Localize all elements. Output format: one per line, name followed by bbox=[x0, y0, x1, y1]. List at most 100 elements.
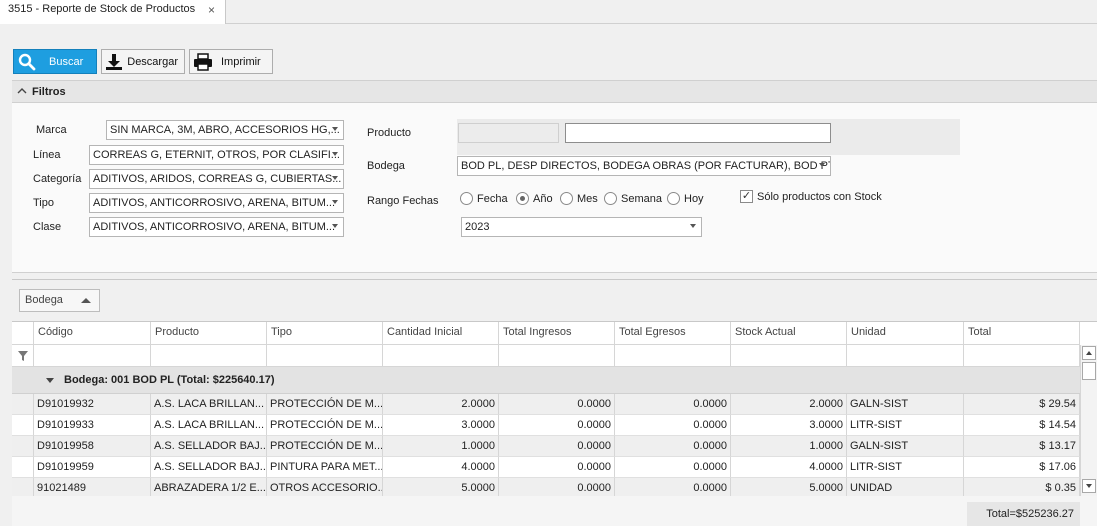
radio-mes[interactable]: Mes bbox=[560, 192, 598, 205]
cell-total-ingresos[interactable]: 0.0000 bbox=[499, 436, 615, 457]
col-stock-actual[interactable]: Stock Actual bbox=[731, 322, 847, 345]
filters-header[interactable]: Filtros bbox=[12, 80, 1097, 103]
stock-only-label: Sólo productos con Stock bbox=[757, 190, 882, 203]
cell-codigo[interactable]: D91019933 bbox=[34, 415, 151, 436]
cell-tipo[interactable]: PINTURA PARA MET... bbox=[267, 457, 383, 478]
product-code-input[interactable] bbox=[458, 123, 559, 143]
group-row[interactable]: Bodega: 001 BOD PL (Total: $225640.17) bbox=[12, 367, 1080, 394]
clase-label: Clase bbox=[33, 221, 62, 233]
search-button[interactable]: Buscar bbox=[13, 49, 97, 74]
cell-total[interactable]: $ 13.17 bbox=[964, 436, 1080, 457]
col-total[interactable]: Total bbox=[964, 322, 1080, 345]
chevron-up-icon[interactable] bbox=[12, 86, 32, 97]
cell-total-ingresos[interactable]: 0.0000 bbox=[499, 457, 615, 478]
row-indicator-header bbox=[12, 322, 34, 345]
close-icon[interactable]: × bbox=[208, 3, 215, 17]
check-icon: ✓ bbox=[740, 190, 753, 203]
cell-codigo[interactable]: D91019958 bbox=[34, 436, 151, 457]
stock-only-checkbox[interactable]: ✓ Sólo productos con Stock bbox=[740, 190, 882, 203]
cell-unidad[interactable]: LITR-SIST bbox=[847, 457, 964, 478]
col-total-ingresos[interactable]: Total Ingresos bbox=[499, 322, 615, 345]
filter-cantidad-inicial[interactable] bbox=[383, 345, 499, 367]
col-unidad[interactable]: Unidad bbox=[847, 322, 964, 345]
group-chip-bodega[interactable]: Bodega bbox=[19, 289, 100, 312]
vertical-scrollbar[interactable] bbox=[1080, 345, 1097, 497]
cell-codigo[interactable]: D91019932 bbox=[34, 394, 151, 415]
categoria-label: Categoría bbox=[33, 173, 82, 185]
cell-cantidad-inicial[interactable]: 1.0000 bbox=[383, 436, 499, 457]
cell-producto[interactable]: A.S. SELLADOR BAJ... bbox=[151, 436, 267, 457]
filter-unidad[interactable] bbox=[847, 345, 964, 367]
radio-hoy[interactable]: Hoy bbox=[667, 192, 704, 205]
cell-cantidad-inicial[interactable]: 2.0000 bbox=[383, 394, 499, 415]
scroll-down-icon[interactable] bbox=[1082, 479, 1096, 493]
col-cantidad-inicial[interactable]: Cantidad Inicial bbox=[383, 322, 499, 345]
filter-codigo[interactable] bbox=[34, 345, 151, 367]
cell-producto[interactable]: A.S. LACA BRILLAN... bbox=[151, 394, 267, 415]
radio-dot bbox=[604, 192, 617, 205]
collapse-icon[interactable] bbox=[46, 378, 54, 383]
cell-total-egresos[interactable]: 0.0000 bbox=[615, 457, 731, 478]
cell-stock-actual[interactable]: 3.0000 bbox=[731, 415, 847, 436]
product-name-input[interactable] bbox=[565, 123, 831, 143]
tipo-combo[interactable]: ADITIVOS, ANTICORROSIVO, ARENA, BITUM... bbox=[89, 193, 344, 213]
col-codigo[interactable]: Código bbox=[34, 322, 151, 345]
cell-producto[interactable]: A.S. SELLADOR BAJ... bbox=[151, 457, 267, 478]
chevron-down-icon bbox=[332, 152, 338, 156]
cell-total[interactable]: $ 14.54 bbox=[964, 415, 1080, 436]
cell-cantidad-inicial[interactable]: 3.0000 bbox=[383, 415, 499, 436]
filter-total-egresos[interactable] bbox=[615, 345, 731, 367]
cell-stock-actual[interactable]: 4.0000 bbox=[731, 457, 847, 478]
radio-ano[interactable]: Año bbox=[516, 192, 553, 205]
tab-stock-report[interactable]: 3515 - Reporte de Stock de Productos × bbox=[0, 0, 226, 24]
cell-total-egresos[interactable]: 0.0000 bbox=[615, 415, 731, 436]
cell-codigo[interactable]: D91019959 bbox=[34, 457, 151, 478]
filter-stock-actual[interactable] bbox=[731, 345, 847, 367]
chevron-down-icon bbox=[332, 200, 338, 204]
clase-combo[interactable]: ADITIVOS, ANTICORROSIVO, ARENA, BITUM... bbox=[89, 217, 344, 237]
cell-producto[interactable]: A.S. LACA BRILLAN... bbox=[151, 415, 267, 436]
filter-total-ingresos[interactable] bbox=[499, 345, 615, 367]
grand-total: Total=$525236.27 bbox=[967, 502, 1080, 526]
cell-cantidad-inicial[interactable]: 4.0000 bbox=[383, 457, 499, 478]
cell-stock-actual[interactable]: 2.0000 bbox=[731, 394, 847, 415]
cell-total-ingresos[interactable]: 0.0000 bbox=[499, 394, 615, 415]
radio-label: Mes bbox=[577, 192, 598, 205]
col-total-egresos[interactable]: Total Egresos bbox=[615, 322, 731, 345]
cell-total-ingresos[interactable]: 0.0000 bbox=[499, 415, 615, 436]
cell-total[interactable]: $ 17.06 bbox=[964, 457, 1080, 478]
bodega-combo[interactable]: BOD PL, DESP DIRECTOS, BODEGA OBRAS (POR… bbox=[457, 156, 831, 176]
row-indicator[interactable] bbox=[12, 436, 34, 457]
cell-tipo[interactable]: PROTECCIÓN DE M... bbox=[267, 394, 383, 415]
linea-combo[interactable]: CORREAS G, ETERNIT, OTROS, POR CLASIFI..… bbox=[89, 145, 344, 165]
cell-total[interactable]: $ 29.54 bbox=[964, 394, 1080, 415]
scroll-thumb[interactable] bbox=[1082, 362, 1096, 380]
cell-unidad[interactable]: LITR-SIST bbox=[847, 415, 964, 436]
print-button[interactable]: Imprimir bbox=[189, 49, 273, 74]
filter-producto[interactable] bbox=[151, 345, 267, 367]
cell-unidad[interactable]: GALN-SIST bbox=[847, 436, 964, 457]
cell-stock-actual[interactable]: 1.0000 bbox=[731, 436, 847, 457]
filter-tipo[interactable] bbox=[267, 345, 383, 367]
radio-semana[interactable]: Semana bbox=[604, 192, 662, 205]
chevron-down-icon bbox=[332, 176, 338, 180]
row-indicator[interactable] bbox=[12, 415, 34, 436]
cell-tipo[interactable]: PROTECCIÓN DE M... bbox=[267, 436, 383, 457]
cell-total-egresos[interactable]: 0.0000 bbox=[615, 436, 731, 457]
scroll-up-icon[interactable] bbox=[1082, 346, 1096, 360]
filter-icon bbox=[18, 351, 28, 361]
cell-tipo[interactable]: PROTECCIÓN DE M... bbox=[267, 415, 383, 436]
col-producto[interactable]: Producto bbox=[151, 322, 267, 345]
filter-total[interactable] bbox=[964, 345, 1080, 367]
cell-unidad[interactable]: GALN-SIST bbox=[847, 394, 964, 415]
marca-combo[interactable]: SIN MARCA, 3M, ABRO, ACCESORIOS HG,... bbox=[106, 120, 344, 140]
row-indicator[interactable] bbox=[12, 394, 34, 415]
cell-total-egresos[interactable]: 0.0000 bbox=[615, 394, 731, 415]
year-combo[interactable]: 2023 bbox=[461, 217, 702, 237]
download-button[interactable]: Descargar bbox=[101, 49, 185, 74]
radio-fecha[interactable]: Fecha bbox=[460, 192, 508, 205]
col-tipo[interactable]: Tipo bbox=[267, 322, 383, 345]
row-indicator[interactable] bbox=[12, 457, 34, 478]
rango-fechas-label: Rango Fechas bbox=[367, 195, 439, 207]
categoria-combo[interactable]: ADITIVOS, ARIDOS, CORREAS G, CUBIERTAS..… bbox=[89, 169, 344, 189]
